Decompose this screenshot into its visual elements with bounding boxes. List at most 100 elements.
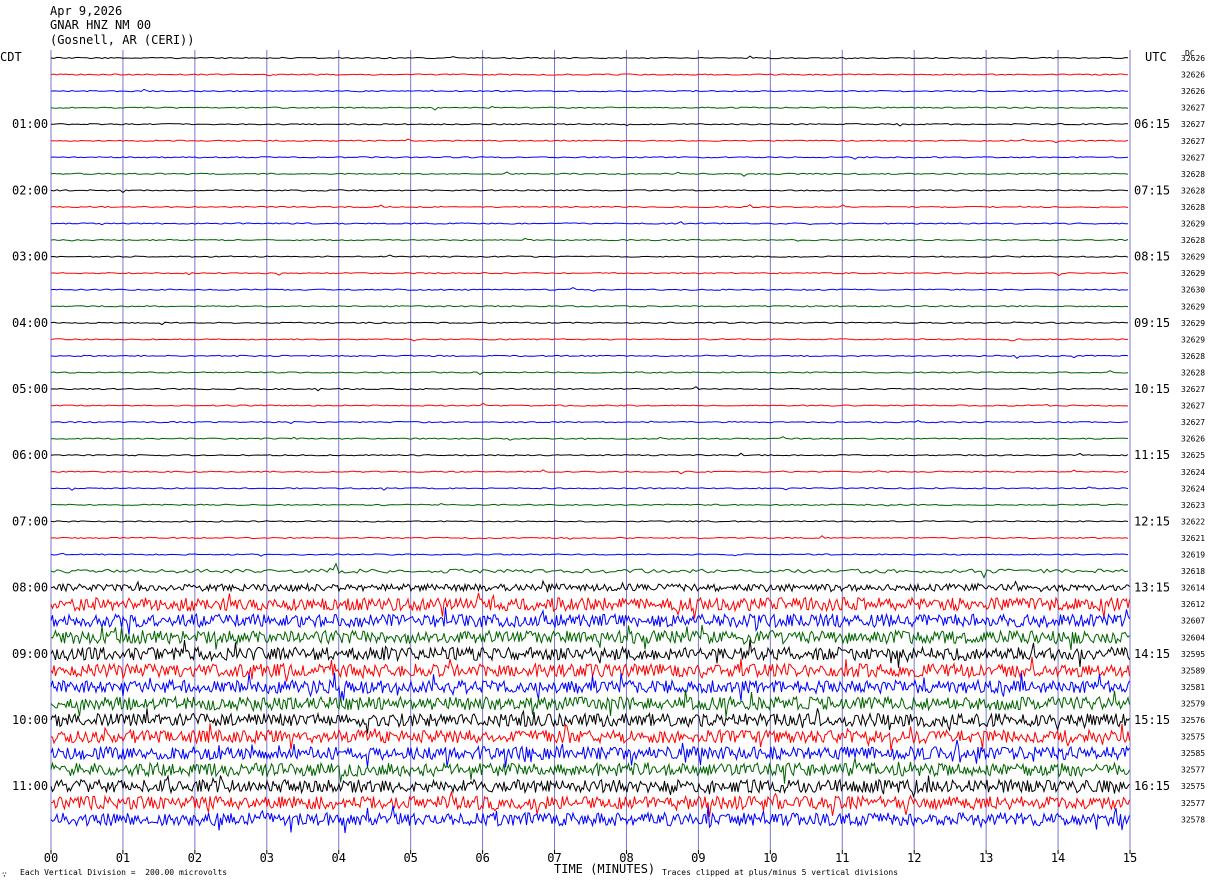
clip-note: Traces clipped at plus/minus 5 vertical … — [662, 868, 899, 877]
seismic-trace — [50, 321, 1129, 326]
corner-mark: ∵ — [2, 870, 7, 879]
dc-offset-label: 32627 — [1181, 104, 1205, 113]
dc-offset-label: 32579 — [1181, 699, 1205, 708]
x-tick-label: 13 — [979, 851, 993, 865]
dc-offset-label: 32628 — [1181, 352, 1205, 361]
seismic-trace — [50, 420, 1129, 425]
dc-offset-label: 32577 — [1181, 766, 1205, 775]
seismic-trace — [50, 452, 1129, 457]
seismic-trace — [51, 123, 1128, 127]
seismic-trace — [50, 287, 1129, 292]
dc-offset-label: 32612 — [1181, 600, 1205, 609]
seismic-trace — [50, 656, 1130, 682]
dc-offset-label: 32630 — [1181, 286, 1205, 295]
dc-offset-label: 32627 — [1181, 120, 1205, 129]
dc-offset-label: 32628 — [1181, 368, 1205, 377]
seismic-trace — [50, 88, 1129, 93]
seismic-trace — [50, 221, 1129, 226]
dc-offset-label: 32629 — [1181, 269, 1205, 278]
left-hour-label: 05:00 — [12, 382, 48, 396]
right-hour-label: 09:15 — [1134, 316, 1170, 330]
right-hour-label: 08:15 — [1134, 250, 1170, 264]
seismic-trace — [50, 73, 1129, 77]
left-hour-label: 07:00 — [12, 514, 48, 528]
dc-offset-label: 32621 — [1181, 534, 1205, 543]
dc-offset-label: 32581 — [1181, 683, 1205, 692]
dc-offset-label: 32575 — [1181, 733, 1205, 742]
right-hour-label: 11:15 — [1134, 448, 1170, 462]
left-hour-label: 06:00 — [12, 448, 48, 462]
x-tick-label: 02 — [188, 851, 202, 865]
seismic-trace — [50, 562, 1129, 579]
dc-offset-label: 32627 — [1181, 402, 1205, 411]
dc-offset-label: 32629 — [1181, 253, 1205, 262]
seismic-trace — [50, 305, 1129, 308]
seismic-trace — [50, 723, 1130, 751]
seismic-trace — [50, 138, 1129, 144]
right-hour-label: 10:15 — [1134, 382, 1170, 396]
x-tick-label: 05 — [403, 851, 417, 865]
dc-offset-label: 32578 — [1181, 815, 1205, 824]
seismic-trace — [50, 156, 1129, 160]
seismic-trace — [50, 689, 1130, 718]
right-hour-label: 06:15 — [1134, 117, 1170, 131]
seismic-trace — [50, 402, 1129, 407]
x-tick-label: 12 — [907, 851, 921, 865]
dc-offset-label: 32629 — [1181, 335, 1205, 344]
dc-offset-label: 32614 — [1181, 584, 1205, 593]
dc-offset-label: 32623 — [1181, 501, 1205, 510]
seismic-trace — [50, 552, 1129, 557]
dc-offset-label: 32626 — [1181, 71, 1205, 80]
left-hour-label: 09:00 — [12, 647, 48, 661]
right-hour-label: 12:15 — [1134, 514, 1170, 528]
dc-offset-label: 32619 — [1181, 551, 1205, 560]
dc-offset-label: 32576 — [1181, 716, 1205, 725]
dc-offset-label: 32628 — [1181, 236, 1205, 245]
dc-offset-label: 32604 — [1181, 633, 1205, 642]
seismic-trace — [50, 805, 1130, 834]
x-tick-label: 04 — [332, 851, 346, 865]
seismic-trace — [50, 254, 1129, 258]
x-axis-title: TIME (MINUTES) — [554, 862, 656, 876]
seismic-trace — [50, 774, 1130, 798]
seismic-trace — [50, 189, 1129, 194]
dc-offset-label: 32607 — [1181, 617, 1205, 626]
seismic-trace — [50, 55, 1129, 60]
seismic-trace — [50, 790, 1130, 817]
seismic-trace — [50, 486, 1129, 491]
seismic-trace — [50, 739, 1130, 768]
dc-offset-label: 32622 — [1181, 517, 1205, 526]
x-tick-label: 15 — [1123, 851, 1137, 865]
seismic-trace — [51, 436, 1129, 441]
dc-offset-label: 32626 — [1181, 54, 1205, 63]
x-tick-label: 10 — [763, 851, 777, 865]
left-hour-label: 03:00 — [12, 250, 48, 264]
dc-offset-label: 32627 — [1181, 418, 1205, 427]
right-hour-label: 13:15 — [1134, 581, 1170, 595]
x-tick-label: 14 — [1051, 851, 1065, 865]
dc-offset-label: 32627 — [1181, 137, 1205, 146]
dc-offset-label: 32585 — [1181, 749, 1205, 758]
dc-offset-label: 32628 — [1181, 203, 1205, 212]
dc-offset-label: 32618 — [1181, 567, 1205, 576]
seismic-trace — [50, 171, 1129, 177]
left-hour-label: 04:00 — [12, 316, 48, 330]
helicorder-plot: 00 01 02 03 04 05 06 07 08 09 10 11 12 13 14 1501:0002:… — [12, 50, 1205, 865]
seismic-trace — [50, 105, 1129, 111]
seismic-trace — [50, 338, 1128, 342]
seismic-trace — [50, 672, 1130, 702]
x-tick-label: 00 — [44, 851, 58, 865]
dc-offset-label: 32627 — [1181, 385, 1205, 394]
dc-offset-label: 32629 — [1181, 319, 1205, 328]
dc-offset-label: 32624 — [1181, 484, 1205, 493]
seismic-trace — [50, 624, 1130, 651]
seismic-trace — [50, 237, 1129, 242]
right-hour-label: 14:15 — [1134, 647, 1170, 661]
dc-offset-label: 32625 — [1181, 451, 1205, 460]
right-hour-label: 07:15 — [1134, 183, 1170, 197]
seismic-trace — [50, 708, 1130, 734]
left-hour-label: 08:00 — [12, 581, 48, 595]
dc-offset-label: 32629 — [1181, 220, 1205, 229]
dc-offset-label: 32624 — [1181, 468, 1205, 477]
seismic-trace — [50, 520, 1129, 523]
